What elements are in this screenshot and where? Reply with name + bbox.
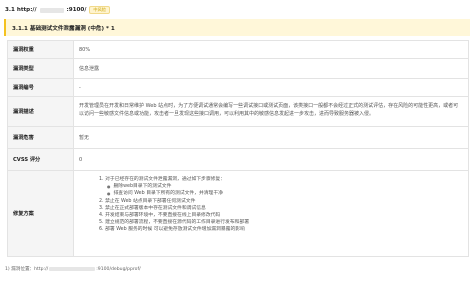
row-label-id: 漏洞编号: [7, 78, 74, 97]
remediation-step: 1. 对于已经存在的测试文件泄露漏洞，通过如下步骤修复：: [99, 177, 226, 182]
remediation-sub-step: ● 删除web目录下的测试文件: [99, 183, 463, 190]
row-label-remediation: 修复方案: [7, 170, 74, 257]
bullet-icon: ●: [107, 184, 111, 190]
row-value-cvss: 0: [73, 148, 469, 171]
row-value-description: 开发管理员在开发和日常维护 Web 站点时，为了方便调试通常会编写一些调试接口或…: [73, 96, 469, 127]
row-label-weight: 漏洞权重: [7, 40, 74, 59]
footnote-prefix: 1) 漏洞位置：http://: [5, 267, 49, 272]
table-row: 漏洞危害 暂无: [7, 126, 469, 149]
remediation-step: 4. 开发结束与部署环境中，不要直接在线上目录修改代码: [99, 213, 221, 219]
footnote-path: :9100/debug/pprof/: [96, 266, 141, 272]
table-row: 漏洞类型 信息泄露: [7, 58, 469, 79]
section-title: 3.1.1 基础测试文件泄露漏洞 (中危) * 1: [12, 25, 115, 32]
section-header: 3.1.1 基础测试文件泄露漏洞 (中危) * 1: [4, 19, 470, 36]
host-heading-prefix: 3.1 http://: [5, 7, 37, 13]
remediation-sub-step-text: 排查访问 Web 目录下所有的测试文件，并清理干净: [113, 191, 223, 197]
redacted-host-mask: [39, 7, 64, 13]
row-value-type: 信息泄露: [73, 58, 469, 79]
row-label-impact: 漏洞危害: [7, 126, 74, 149]
vulnerability-detail-table: 漏洞权重 80% 漏洞类型 信息泄露 漏洞编号 - 漏洞描述 开发管理员在开发和…: [7, 40, 469, 257]
host-heading-port: :9100/: [66, 7, 87, 13]
row-label-description: 漏洞描述: [7, 96, 74, 127]
row-value-weight: 80%: [73, 40, 469, 59]
table-row: 漏洞编号 -: [7, 78, 469, 97]
risk-badge: 中风险: [89, 5, 110, 15]
row-value-id: -: [73, 78, 469, 97]
remediation-list: 1. 对于已经存在的测试文件泄露漏洞，通过如下步骤修复： ● 删除web目录下的…: [73, 170, 469, 257]
table-row: 修复方案 1. 对于已经存在的测试文件泄露漏洞，通过如下步骤修复： ● 删除we…: [7, 170, 469, 257]
remediation-step: 6. 部署 Web 服务的时候 可以避免存放测试文件增加漏洞暴露的影响: [99, 227, 245, 233]
table-row: CVSS 评分 0: [7, 148, 469, 171]
table-row: 漏洞权重 80%: [7, 40, 469, 59]
row-label-type: 漏洞类型: [7, 58, 74, 79]
remediation-step: 5. 建立规范的部署流程，不要直接在源代码的工作目录进行发布和部署: [99, 220, 250, 226]
bullet-icon: ●: [107, 191, 111, 197]
remediation-sub-step: ● 排查访问 Web 目录下所有的测试文件，并清理干净: [99, 190, 463, 197]
remediation-sub-step-text: 删除web目录下的测试文件: [113, 184, 172, 190]
row-label-cvss: CVSS 评分: [7, 148, 74, 171]
remediation-step: 2. 禁止在 Web 站点目录下部署任何测试文件: [99, 198, 196, 204]
redacted-host-mask: [49, 267, 96, 271]
row-value-impact: 暂无: [73, 126, 469, 149]
remediation-step: 3. 禁止在正式部署版本中存在测试文件和调试信息: [99, 205, 206, 211]
vulnerability-location-footnote: 1) 漏洞位置：http:// :9100/debug/pprof/: [5, 266, 141, 273]
host-heading: 3.1 http:// :9100/ 中风险: [5, 4, 110, 16]
table-row: 漏洞描述 开发管理员在开发和日常维护 Web 站点时，为了方便调试通常会编写一些…: [7, 96, 469, 127]
